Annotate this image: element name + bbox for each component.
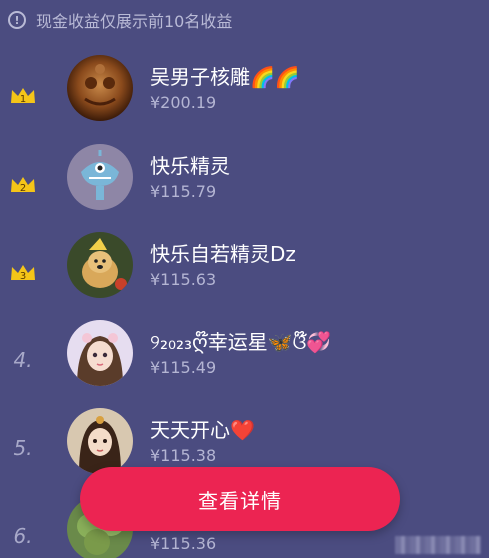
- notice-bar: ! 现金收益仅展示前10名收益: [8, 9, 232, 31]
- rank-badge: 5.: [8, 434, 38, 462]
- user-earnings: ¥115.63: [150, 270, 217, 289]
- rank-number: 4.: [13, 348, 33, 372]
- user-name: 快乐精灵: [150, 154, 230, 178]
- svg-text:2: 2: [20, 183, 26, 194]
- crown-icon: 3: [11, 265, 35, 282]
- leaderboard-screen: ! 现金收益仅展示前10名收益 1 吴男子核雕🌈🌈 ¥200.19 2 快乐精灵…: [0, 0, 489, 558]
- rank-number: 6.: [13, 524, 33, 548]
- rank-badge: 1: [8, 81, 38, 109]
- svg-text:3: 3: [20, 271, 26, 282]
- watermark: [395, 536, 481, 554]
- user-avatar[interactable]: [67, 232, 133, 298]
- leaderboard-row[interactable]: 3 快乐自若精灵Dz ¥115.63: [0, 232, 489, 320]
- user-earnings: ¥115.36: [150, 534, 217, 553]
- user-name: 快乐自若精灵Dz: [150, 242, 296, 266]
- leaderboard-row[interactable]: 2 快乐精灵 ¥115.79: [0, 144, 489, 232]
- user-earnings: ¥115.79: [150, 182, 217, 201]
- user-earnings: ¥115.49: [150, 358, 217, 377]
- rank-badge: 4.: [8, 346, 38, 374]
- user-earnings: ¥115.38: [150, 446, 217, 465]
- leaderboard-row[interactable]: 4. ୨₂₀₂₃ღ໊幸运星🦋ଓ໊💞 ¥115.49: [0, 320, 489, 408]
- crown-icon: 1: [11, 88, 35, 105]
- rank-number: 5.: [13, 436, 33, 460]
- rank-badge: 2: [8, 170, 38, 198]
- view-details-button[interactable]: 查看详情: [80, 467, 400, 531]
- user-name: ୨₂₀₂₃ღ໊幸运星🦋ଓ໊💞: [150, 330, 332, 354]
- svg-text:1: 1: [20, 94, 26, 105]
- rank-badge: 3: [8, 258, 38, 286]
- info-icon: !: [8, 11, 26, 29]
- user-name: 吴男子核雕🌈🌈: [150, 65, 300, 89]
- user-avatar[interactable]: [67, 144, 133, 210]
- user-earnings: ¥200.19: [150, 93, 217, 112]
- leaderboard-row[interactable]: 1 吴男子核雕🌈🌈 ¥200.19: [0, 55, 489, 143]
- notice-text: 现金收益仅展示前10名收益: [36, 12, 233, 31]
- crown-icon: 2: [11, 177, 35, 194]
- user-avatar[interactable]: [67, 408, 133, 474]
- user-avatar[interactable]: [67, 55, 133, 121]
- rank-badge: 6.: [8, 522, 38, 550]
- user-name: 天天开心❤️: [150, 418, 255, 442]
- user-avatar[interactable]: [67, 320, 133, 386]
